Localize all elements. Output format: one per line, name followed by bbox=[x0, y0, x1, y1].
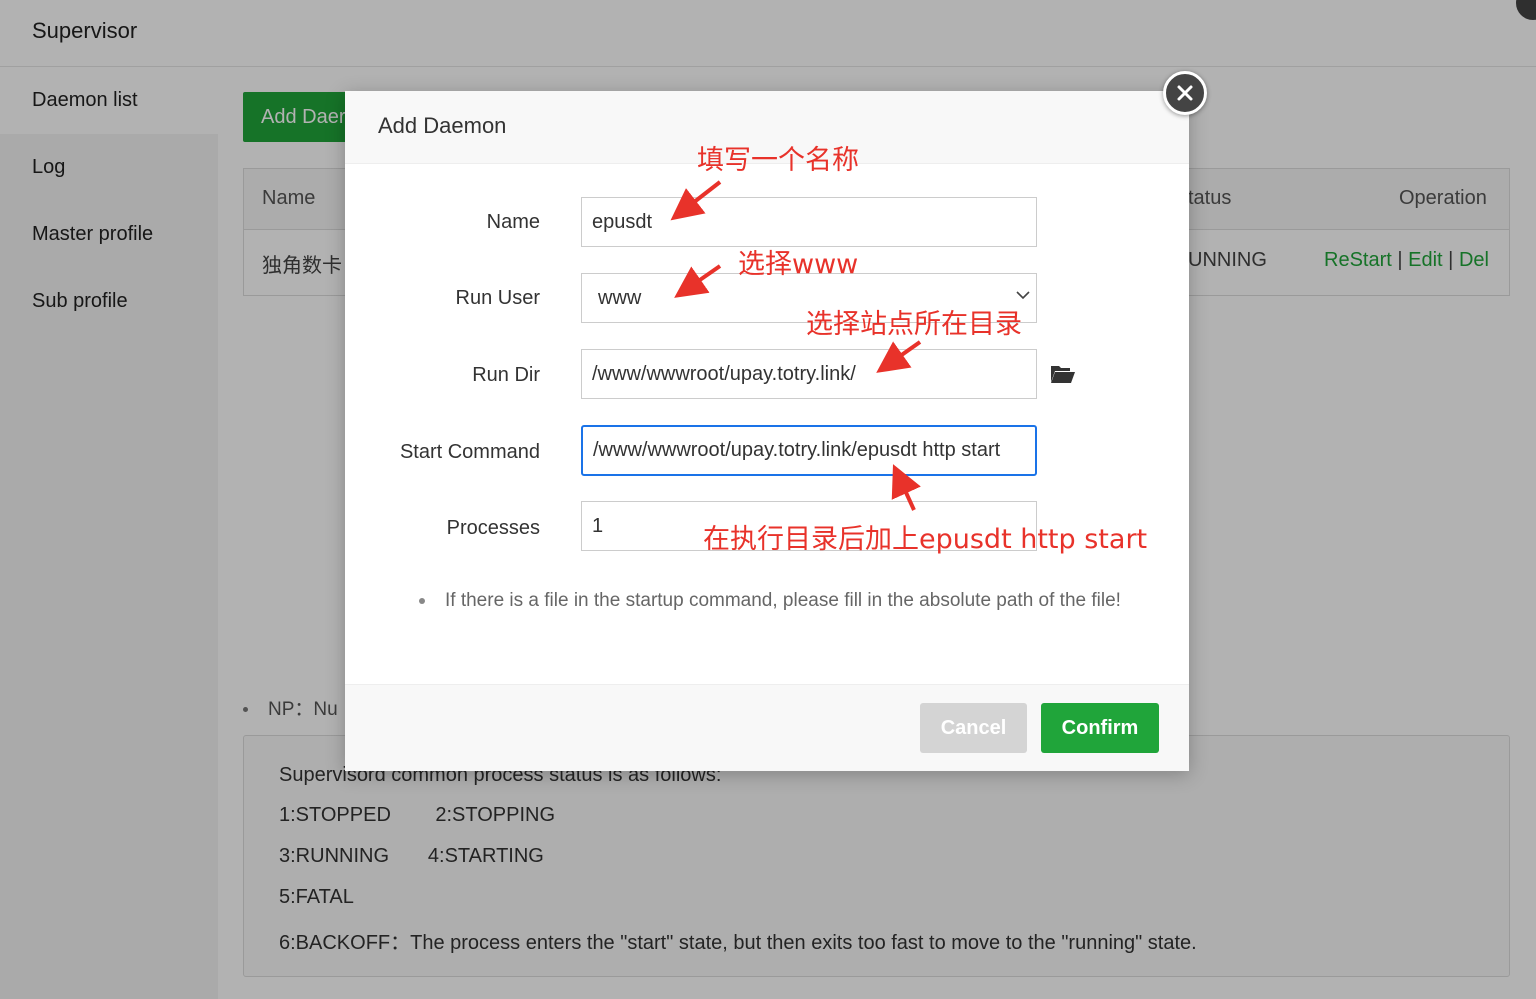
arrow-to-run-dir bbox=[876, 340, 922, 373]
arrow-to-run-user bbox=[674, 264, 722, 298]
annotation-arrows bbox=[670, 180, 922, 511]
arrow-to-start-command bbox=[891, 464, 921, 511]
arrow-to-name bbox=[670, 180, 722, 221]
